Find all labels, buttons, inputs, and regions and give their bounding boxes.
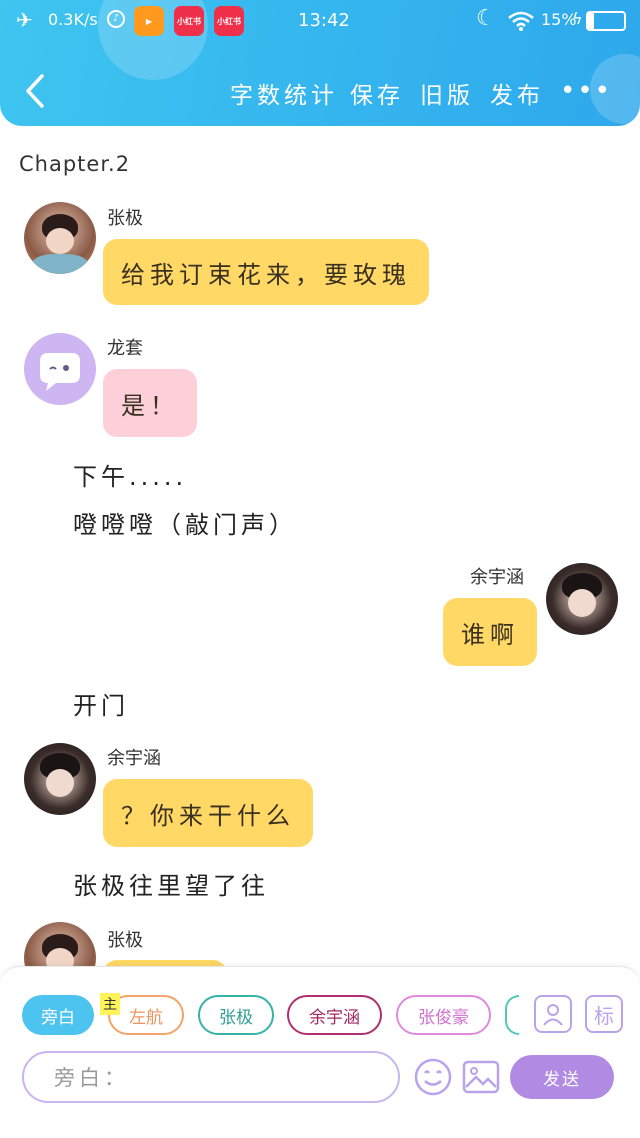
message-bubble[interactable]: 是！ [103, 369, 197, 437]
battery-icon [586, 11, 626, 31]
role-chip-narrator[interactable]: 旁白 [22, 995, 94, 1035]
message-bubble[interactable]: 给我订束花来，要玫瑰 [103, 239, 429, 305]
character-card-icon[interactable] [534, 995, 572, 1033]
role-chip-more[interactable] [505, 995, 519, 1035]
back-arrow-icon[interactable] [18, 72, 52, 110]
avatar-longtao[interactable] [24, 333, 96, 405]
music-icon: ♪ [107, 10, 125, 28]
role-chip-zhangji[interactable]: 张极 [198, 995, 274, 1035]
role-chip-zhangjunhao[interactable]: 张俊豪 [396, 995, 491, 1035]
speaker-name: 余宇涵 [470, 567, 524, 588]
main-role-badge: 主 [100, 993, 120, 1015]
emoji-icon[interactable] [413, 1057, 453, 1101]
message-bubble[interactable]: 谁啊 [443, 598, 537, 666]
publish-button[interactable]: 发布 [490, 76, 544, 110]
more-menu-button[interactable]: ••• [560, 76, 612, 106]
clock: 13:42 [298, 10, 350, 31]
status-bar: ✈ 0.3K/s ♪ ▶ 小红书 小红书 13:42 ☾ 15% ϟ [0, 0, 640, 44]
message-bubble[interactable]: ？你来干什么 [103, 779, 313, 847]
message-input[interactable]: 旁白： [22, 1051, 400, 1103]
save-button[interactable]: 保存 [350, 76, 404, 110]
speaker-name: 张极 [107, 930, 143, 951]
tag-icon[interactable]: 标 [585, 995, 623, 1033]
speaker-name: 龙套 [107, 338, 143, 359]
network-speed: 0.3K/s [48, 10, 98, 29]
chat-bubble-icon [40, 353, 80, 391]
avatar-yuyuhan[interactable] [24, 743, 96, 815]
old-version-button[interactable]: 旧版 [420, 76, 474, 110]
send-button[interactable]: 发送 [510, 1055, 614, 1099]
chapter-title: Chapter.2 [19, 152, 131, 176]
narration-text: 开门 [73, 692, 129, 720]
image-icon[interactable] [461, 1057, 501, 1101]
speaker-name: 张极 [107, 208, 143, 229]
kuaishou-icon: ▶ [134, 6, 164, 36]
speaker-name: 余宇涵 [107, 748, 161, 769]
narration-text: 下午..... [73, 463, 188, 491]
role-chip-yuyuhan[interactable]: 余宇涵 [287, 995, 382, 1035]
charging-icon: ϟ [572, 9, 583, 28]
narration-text: 噔噔噔（敲门声） [73, 511, 297, 539]
word-count-button[interactable]: 字数统计 [230, 76, 338, 110]
xiaohongshu-icon: 小红书 [174, 6, 204, 36]
moon-icon: ☾ [476, 6, 496, 31]
narration-text: 张极往里望了往 [73, 872, 269, 900]
avatar-yuyuhan[interactable] [546, 563, 618, 635]
composer-panel: 旁白 左航 主 张极 余宇涵 张俊豪 标 旁白： 发送 [0, 966, 640, 1138]
xiaohongshu-icon: 小红书 [214, 6, 244, 36]
nav-bar: 字数统计 保存 旧版 发布 ••• [0, 62, 640, 122]
avatar-zhangji[interactable] [24, 202, 96, 274]
wifi-icon [508, 11, 534, 31]
header-bar: ✈ 0.3K/s ♪ ▶ 小红书 小红书 13:42 ☾ 15% ϟ 字数统计 … [0, 0, 640, 126]
airplane-icon: ✈ [16, 8, 33, 32]
